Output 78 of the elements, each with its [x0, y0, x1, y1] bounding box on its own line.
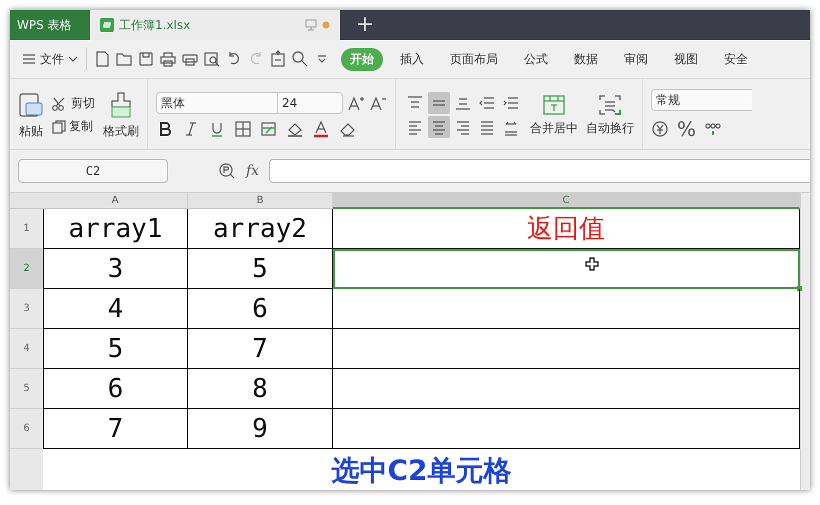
table-cell[interactable]: 6 [43, 369, 188, 409]
caption: 选中C2单元格 [331, 452, 512, 488]
brush-icon [109, 90, 133, 118]
print-preview-icon[interactable] [203, 50, 221, 68]
align-center-button[interactable] [428, 116, 450, 138]
save-icon[interactable] [137, 50, 155, 68]
ribbon-tab[interactable]: 视图 [665, 48, 707, 70]
document-name: 工作簿1.xlsx [119, 16, 190, 34]
app-tab[interactable]: WPS 表格 [10, 10, 90, 40]
table-cell[interactable]: 5 [188, 249, 333, 289]
search-icon[interactable] [291, 50, 309, 68]
insert-function-button[interactable]: fx [246, 163, 260, 179]
table-cell[interactable] [333, 249, 800, 289]
table-cell[interactable]: 4 [43, 289, 188, 329]
column-header[interactable]: B [188, 193, 333, 209]
row-header-strip [10, 449, 43, 490]
number-format-field[interactable]: 常规 [651, 89, 752, 111]
font-size-field[interactable]: 24 [277, 92, 343, 114]
table-cell[interactable] [333, 369, 800, 409]
copy-button[interactable]: 复制 [52, 118, 95, 135]
merge-center-button[interactable]: 合并居中 [530, 94, 578, 136]
row-header[interactable]: 3 [10, 289, 43, 329]
menu-icon [22, 53, 36, 65]
zoom-formula-icon [218, 162, 236, 180]
borders-icon[interactable] [234, 120, 252, 138]
table-cell[interactable] [333, 329, 800, 369]
ribbon-tab[interactable]: 安全 [715, 48, 757, 70]
table-cell[interactable]: 7 [188, 329, 333, 369]
row-header[interactable]: 6 [10, 409, 43, 449]
percent-button[interactable]: % [677, 117, 696, 141]
table-cell[interactable]: 7 [43, 409, 188, 449]
row-header[interactable]: 1 [10, 209, 43, 249]
file-menu[interactable]: 文件 [40, 50, 64, 68]
font-color-icon[interactable] [312, 120, 330, 138]
pdf-export-icon[interactable] [269, 50, 287, 68]
unsaved-dot-icon [322, 21, 330, 29]
row-header[interactable]: 4 [10, 329, 43, 369]
scrollbar[interactable] [800, 193, 810, 490]
decrease-font-icon[interactable] [369, 94, 387, 112]
formula-input[interactable] [269, 159, 810, 183]
copy-icon [52, 120, 66, 134]
row-header[interactable]: 5 [10, 369, 43, 409]
ribbon-tab[interactable]: 审阅 [615, 48, 657, 70]
wrap-text-button[interactable]: 自动换行 [586, 94, 634, 136]
align-middle-button[interactable] [428, 92, 450, 114]
monitor-icon [305, 19, 317, 31]
wrap-text-icon [598, 94, 622, 116]
column-header[interactable]: A [43, 193, 188, 209]
table-cell[interactable] [333, 289, 800, 329]
cut-button[interactable]: 剪切 [52, 95, 95, 112]
table-cell[interactable]: 3 [43, 249, 188, 289]
currency-icon[interactable] [651, 120, 669, 138]
table-cell[interactable]: 9 [188, 409, 333, 449]
table-cell[interactable]: 返回值 [333, 209, 800, 249]
format-painter-button[interactable]: 格式刷 [103, 90, 139, 140]
font-name-field[interactable]: 黑体 [156, 92, 278, 114]
merge-cells-icon [542, 94, 566, 116]
name-box[interactable]: C2 [18, 159, 168, 183]
ribbon-tab[interactable]: 插入 [391, 48, 433, 70]
table-cell[interactable]: 6 [188, 289, 333, 329]
table-cell[interactable]: 8 [188, 369, 333, 409]
document-tab[interactable]: 工作簿1.xlsx [90, 10, 340, 40]
print-icon[interactable] [159, 50, 177, 68]
new-tab-button[interactable]: + [340, 10, 390, 40]
fill-pattern-icon[interactable] [260, 120, 278, 138]
spreadsheet-icon [100, 18, 114, 32]
paste-button[interactable]: 粘贴 [18, 90, 44, 140]
increase-font-icon[interactable] [347, 94, 365, 112]
cursor-icon [585, 257, 599, 271]
ribbon-tab[interactable]: 数据 [565, 48, 607, 70]
table-cell[interactable]: array1 [43, 209, 188, 249]
ribbon-tab[interactable]: 公式 [515, 48, 557, 70]
table-cell[interactable] [333, 409, 800, 449]
table-cell[interactable]: array2 [188, 209, 333, 249]
clipboard-icon [18, 90, 44, 118]
ribbon-tab[interactable]: 页面布局 [441, 48, 507, 70]
chevron-down-icon [68, 55, 78, 63]
table-cell[interactable]: 5 [43, 329, 188, 369]
